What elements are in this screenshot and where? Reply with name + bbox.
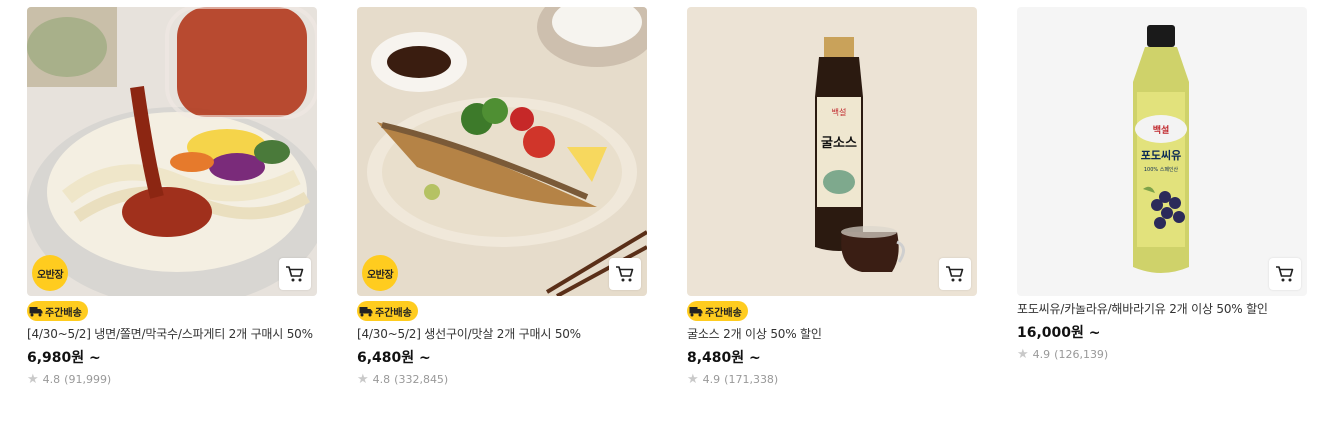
- star-icon: ★: [357, 372, 369, 387]
- truck-icon: [29, 307, 43, 317]
- star-icon: ★: [27, 372, 39, 387]
- bottle-brand: 백설: [832, 107, 847, 117]
- product-title[interactable]: [4/30~5/2] 생선구이/맛살 2개 구매시 50%: [357, 326, 647, 342]
- noodle-photo: [27, 7, 317, 296]
- product-price: 8,480원 ~: [687, 350, 761, 366]
- product-rating: ★ 4.8 (332,845): [357, 373, 647, 386]
- delivery-label: 주간배송: [45, 307, 82, 319]
- promo-badge: 오반장: [32, 255, 68, 291]
- product-rating: ★ 4.9 (126,139): [1017, 348, 1307, 361]
- product-title[interactable]: [4/30~5/2] 냉면/쫄면/막국수/스파게티 2개 구매시 50%: [27, 326, 317, 342]
- review-count: (126,139): [1054, 348, 1109, 361]
- star-icon: ★: [687, 372, 699, 387]
- rating-value: 4.8: [42, 373, 61, 386]
- rating-value: 4.9: [1032, 348, 1051, 361]
- bottle-brand: 백설: [1153, 124, 1170, 136]
- product-rating: ★ 4.8 (91,999): [27, 373, 317, 386]
- product-title[interactable]: 굴소스 2개 이상 50% 할인: [687, 326, 977, 342]
- rating-value: 4.8: [372, 373, 391, 386]
- add-to-cart-button[interactable]: [609, 258, 641, 290]
- grilled-fish-photo: [357, 7, 647, 296]
- product-price: 6,980원 ~: [27, 350, 101, 366]
- review-count: (171,338): [724, 373, 779, 386]
- product-image[interactable]: 백설 굴소스: [687, 7, 977, 296]
- review-count: (91,999): [64, 373, 112, 386]
- cart-icon: [1276, 266, 1294, 282]
- product-image[interactable]: 오반장: [357, 7, 647, 296]
- product-image[interactable]: 백설 포도씨유 100% 스페인산: [1017, 7, 1307, 296]
- product-rating: ★ 4.9 (171,338): [687, 373, 977, 386]
- product-image[interactable]: 오반장: [27, 7, 317, 296]
- review-count: (332,845): [394, 373, 449, 386]
- add-to-cart-button[interactable]: [939, 258, 971, 290]
- truck-icon: [359, 307, 373, 317]
- bottle-label: 포도씨유: [1141, 149, 1181, 162]
- delivery-label: 주간배송: [705, 307, 742, 319]
- product-price: 16,000원 ~: [1017, 325, 1101, 341]
- weekly-delivery-tag: 주간배송: [687, 301, 748, 321]
- grapeseed-oil-photo: 백설 포도씨유 100% 스페인산: [1017, 7, 1307, 296]
- product-card[interactable]: 백설 굴소스 주간배송 굴소스 2개 이상 50% 할인 8,480원 ~ ★ …: [687, 7, 977, 386]
- cart-icon: [946, 266, 964, 282]
- rating-value: 4.9: [702, 373, 721, 386]
- bottle-label: 굴소스: [821, 136, 857, 151]
- product-card[interactable]: 오반장 주간배송 [4/30~5/2] 생선구이/맛살 2개 구매시 50% 6…: [357, 7, 647, 386]
- bottle-sub: 100% 스페인산: [1144, 166, 1179, 173]
- cart-icon: [286, 266, 304, 282]
- product-title[interactable]: 포도씨유/카놀라유/해바라기유 2개 이상 50% 할인: [1017, 301, 1307, 317]
- weekly-delivery-tag: 주간배송: [27, 301, 88, 321]
- star-icon: ★: [1017, 347, 1029, 362]
- cart-icon: [616, 266, 634, 282]
- product-card[interactable]: 백설 포도씨유 100% 스페인산 포도씨유/카놀라유/해바라기유 2개 이상: [1017, 7, 1307, 361]
- product-card[interactable]: 오반장 주간배송 [4/30~5/2] 냉면/쫄면/막국수/스파게티 2개 구매…: [27, 7, 317, 386]
- add-to-cart-button[interactable]: [279, 258, 311, 290]
- delivery-label: 주간배송: [375, 307, 412, 319]
- add-to-cart-button[interactable]: [1269, 258, 1301, 290]
- promo-badge: 오반장: [362, 255, 398, 291]
- product-price: 6,480원 ~: [357, 350, 431, 366]
- truck-icon: [689, 307, 703, 317]
- weekly-delivery-tag: 주간배송: [357, 301, 418, 321]
- oyster-sauce-photo: 백설 굴소스: [687, 7, 977, 296]
- product-row: 오반장 주간배송 [4/30~5/2] 냉면/쫄면/막국수/스파게티 2개 구매…: [0, 0, 1322, 422]
